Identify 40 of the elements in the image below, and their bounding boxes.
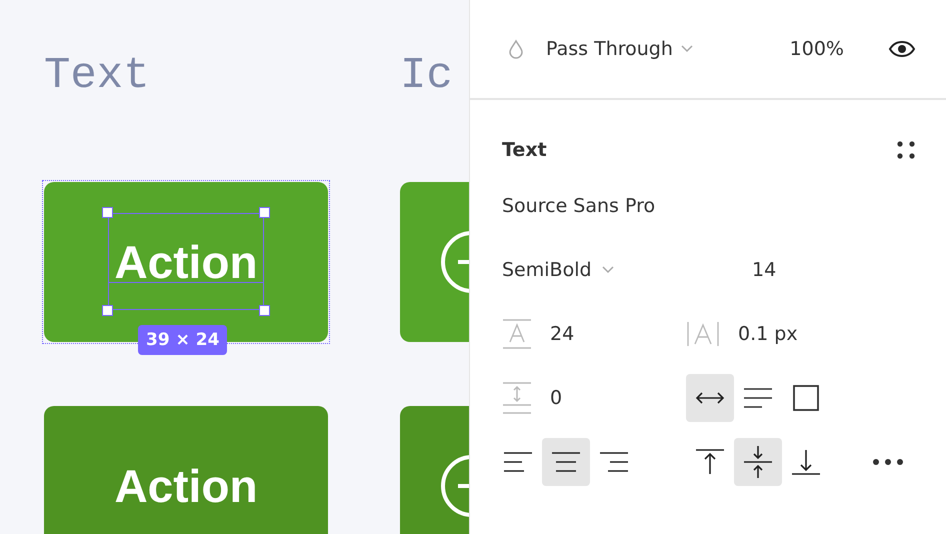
letter-spacing-field[interactable]: 0.1 px <box>738 323 798 345</box>
resize-handle[interactable] <box>259 207 270 218</box>
section-heading: Ic <box>400 50 454 103</box>
line-height-icon <box>502 319 532 349</box>
resize-handle[interactable] <box>102 207 113 218</box>
button-label: Action <box>114 238 258 286</box>
four-dots-icon[interactable] <box>896 140 916 160</box>
opacity-value[interactable]: 100% <box>790 38 844 60</box>
square-icon <box>793 385 819 411</box>
blend-mode-dropdown[interactable]: Pass Through <box>546 38 693 60</box>
align-top-icon <box>695 449 725 475</box>
align-right-icon <box>599 451 629 473</box>
horizontal-arrows-icon <box>695 390 725 406</box>
section-heading: Text <box>44 50 151 103</box>
eye-icon[interactable] <box>888 40 916 58</box>
more-icon[interactable] <box>872 458 904 466</box>
chevron-down-icon <box>602 266 614 274</box>
text-align-button[interactable] <box>542 438 590 486</box>
resize-handle[interactable] <box>102 305 113 316</box>
align-center-icon <box>551 451 581 473</box>
resize-handle[interactable] <box>259 305 270 316</box>
align-bottom-icon <box>791 449 821 475</box>
drop-icon <box>508 39 524 59</box>
letter-spacing-icon <box>686 321 720 347</box>
font-family-field[interactable]: Source Sans Pro <box>502 195 686 217</box>
size-badge: 39 × 24 <box>138 325 228 355</box>
align-middle-icon <box>743 445 773 479</box>
line-height-field[interactable]: 24 <box>550 323 574 345</box>
chevron-down-icon <box>680 45 693 53</box>
align-left-icon <box>503 451 533 473</box>
button-label: Action <box>114 462 258 510</box>
font-size-field[interactable]: 14 <box>752 259 776 281</box>
resize-mode-button[interactable] <box>686 374 734 422</box>
paragraph-spacing-field[interactable]: 0 <box>550 387 562 409</box>
action-button-frame[interactable]: Action <box>44 406 328 534</box>
paragraph-spacing-icon <box>502 382 532 414</box>
vertical-align-button[interactable] <box>734 438 782 486</box>
font-weight-dropdown[interactable]: SemiBold <box>502 259 686 281</box>
section-title: Text <box>502 139 547 161</box>
text-lines-icon <box>743 387 773 409</box>
